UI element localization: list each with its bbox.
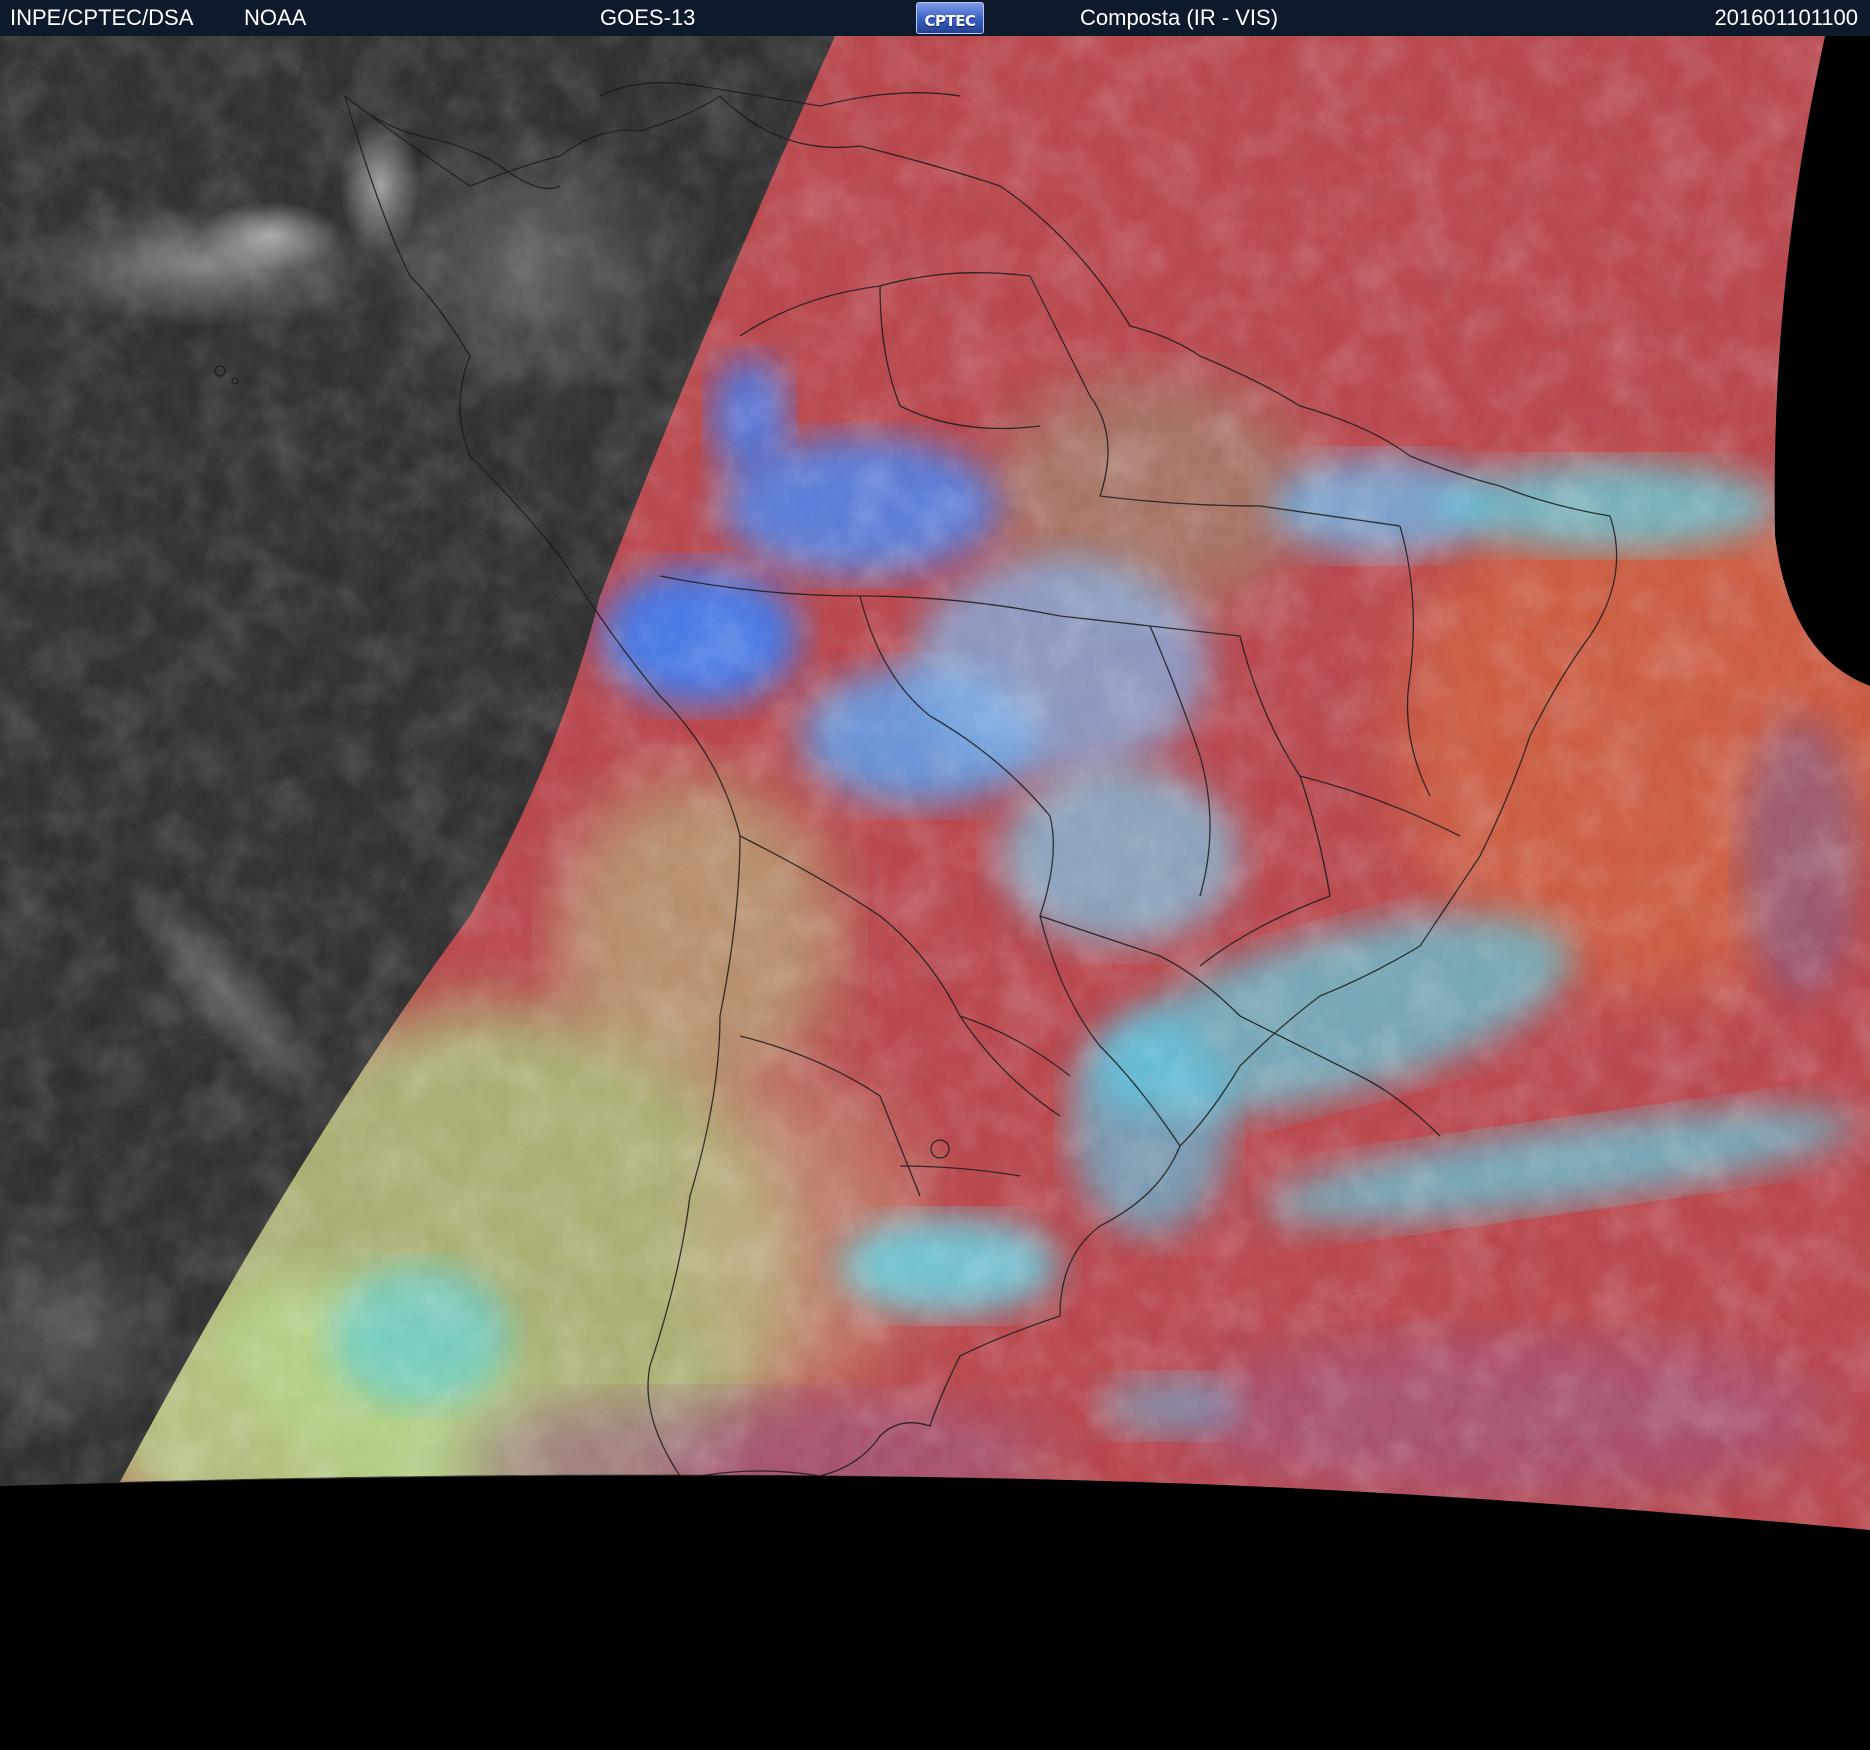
product-label: Composta (IR - VIS) <box>1080 5 1279 30</box>
cptec-logo: CPTEC <box>916 2 984 34</box>
satellite-imagery <box>0 36 1870 1750</box>
timestamp-label: 201601101100 <box>1714 5 1858 30</box>
source-label: INPE/CPTEC/DSA <box>10 5 194 30</box>
satellite-label: GOES-13 <box>600 5 696 30</box>
image-header-bar: INPE/CPTEC/DSA NOAA GOES-13 CPTEC Compos… <box>0 0 1870 36</box>
satellite-composite-map <box>0 36 1870 1750</box>
logo-text: CPTEC <box>924 12 977 30</box>
agency-label: NOAA <box>244 5 307 30</box>
